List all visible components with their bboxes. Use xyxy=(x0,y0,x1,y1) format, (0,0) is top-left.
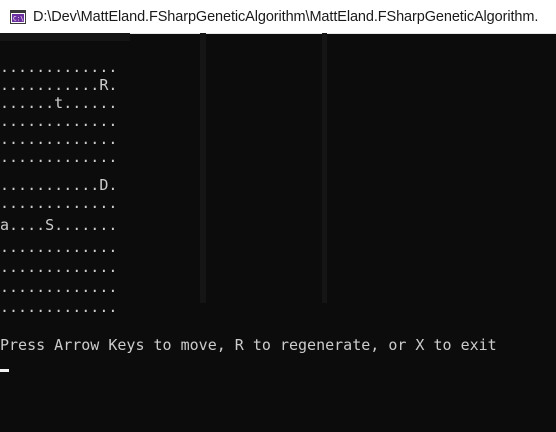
capture-artifact xyxy=(200,33,206,303)
grid-row: ............. xyxy=(0,58,118,76)
console-prompt: Press Arrow Keys to move, R to regenerat… xyxy=(0,336,497,354)
grid-row: a....S....... xyxy=(0,216,118,234)
title-bar[interactable]: C:\ D:\Dev\MattEland.FSharpGeneticAlgori… xyxy=(0,0,556,34)
svg-text:C:\: C:\ xyxy=(13,15,24,22)
capture-artifact xyxy=(322,33,327,303)
capture-artifact xyxy=(0,33,130,41)
grid-row: ............. xyxy=(0,238,118,256)
grid-row: ............. xyxy=(0,278,118,296)
console-window: C:\ D:\Dev\MattEland.FSharpGeneticAlgori… xyxy=(0,0,556,432)
grid-row: ............. xyxy=(0,148,118,166)
grid-row: ...........R. xyxy=(0,76,118,94)
grid-row: ............. xyxy=(0,112,118,130)
grid-row: ............. xyxy=(0,194,118,212)
grid-row: ......t...... xyxy=(0,94,118,112)
console-app-icon: C:\ xyxy=(10,9,26,24)
grid-row: ............. xyxy=(0,130,118,148)
grid-row: ............. xyxy=(0,258,118,276)
grid-row: ............. xyxy=(0,298,118,316)
window-title: D:\Dev\MattEland.FSharpGeneticAlgorithm\… xyxy=(33,8,539,25)
console-output[interactable]: ............. ...........R. ......t.....… xyxy=(0,33,556,432)
text-cursor xyxy=(0,369,9,372)
grid-row: ...........D. xyxy=(0,176,118,194)
